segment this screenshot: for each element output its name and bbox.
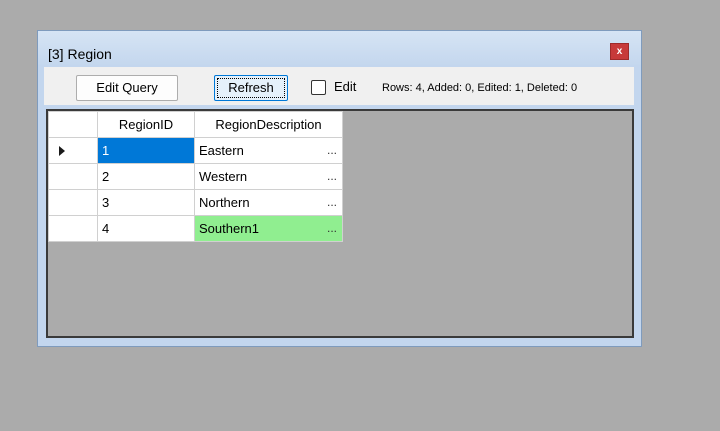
refresh-button[interactable]: Refresh <box>214 75 288 101</box>
close-button[interactable]: x <box>610 43 629 60</box>
grid-table: RegionID RegionDescription 1 Eastern... 2 W… <box>48 111 343 242</box>
close-icon: x <box>616 46 623 57</box>
cell-regiondescription[interactable]: Southern1... <box>194 215 343 242</box>
window-title: [3] Region <box>48 46 112 62</box>
row-header[interactable] <box>48 137 98 164</box>
edit-checkbox[interactable] <box>311 80 326 95</box>
cell-regiondescription[interactable]: Northern... <box>194 189 343 216</box>
table-row[interactable]: 3 Northern... <box>48 189 343 216</box>
cell-ellipsis-button[interactable]: ... <box>327 143 337 157</box>
column-header-regiondescription[interactable]: RegionDescription <box>194 111 343 138</box>
edit-query-button[interactable]: Edit Query <box>76 75 178 101</box>
cell-text: Western <box>199 169 248 184</box>
cell-ellipsis-button[interactable]: ... <box>327 221 337 235</box>
table-row[interactable]: 1 Eastern... <box>48 137 343 164</box>
table-row[interactable]: 2 Western... <box>48 163 343 190</box>
current-row-arrow-icon <box>59 146 65 156</box>
cell-regionid[interactable]: 2 <box>97 163 195 190</box>
cell-regionid[interactable]: 1 <box>97 137 195 164</box>
grid-body: 1 Eastern... 2 Western... 3 Northern... 4 South… <box>48 137 343 242</box>
header-row: RegionID RegionDescription <box>48 111 343 138</box>
cell-regionid[interactable]: 3 <box>97 189 195 216</box>
cell-ellipsis-button[interactable]: ... <box>327 195 337 209</box>
toolbar: Edit Query Refresh Edit Rows: 4, Added: … <box>44 67 634 105</box>
status-text: Rows: 4, Added: 0, Edited: 1, Deleted: 0 <box>382 82 578 94</box>
region-window: [3] Region x Edit Query Refresh Edit Row… <box>37 30 642 347</box>
cell-regiondescription[interactable]: Eastern... <box>194 137 343 164</box>
focus-rectangle <box>217 78 285 98</box>
title-bar[interactable]: [3] Region x <box>38 31 641 65</box>
cell-regionid[interactable]: 4 <box>97 215 195 242</box>
table-row[interactable]: 4 Southern1... <box>48 215 343 242</box>
row-header[interactable] <box>48 163 98 190</box>
cell-text: Eastern <box>199 143 244 158</box>
cell-ellipsis-button[interactable]: ... <box>327 169 337 183</box>
row-header[interactable] <box>48 215 98 242</box>
data-grid[interactable]: RegionID RegionDescription 1 Eastern... 2 W… <box>46 109 634 338</box>
column-header-regionid[interactable]: RegionID <box>97 111 195 138</box>
cell-text: Southern1 <box>199 221 259 236</box>
corner-header[interactable] <box>48 111 98 138</box>
cell-text: Northern <box>199 195 250 210</box>
row-header[interactable] <box>48 189 98 216</box>
cell-regiondescription[interactable]: Western... <box>194 163 343 190</box>
edit-checkbox-label[interactable]: Edit <box>334 79 356 94</box>
